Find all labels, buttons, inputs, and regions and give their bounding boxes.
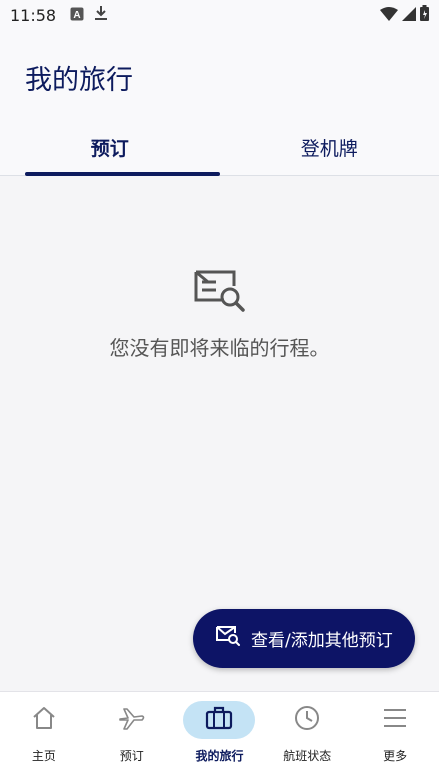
briefcase-icon: [205, 706, 233, 734]
tab-bar: 预订 登机牌: [0, 120, 439, 176]
page-title: 我的旅行: [25, 65, 133, 96]
nav-item-home[interactable]: 主页: [0, 692, 88, 780]
view-add-booking-button[interactable]: 查看/添加其他预订: [193, 609, 415, 668]
tab-bookings[interactable]: 预订: [0, 120, 220, 176]
status-left-icons: A: [70, 5, 108, 25]
a-badge-icon: A: [70, 6, 84, 25]
home-icon: [31, 706, 57, 734]
menu-icon: [383, 708, 407, 732]
battery-icon: [420, 5, 429, 25]
clock-icon: [294, 705, 320, 735]
status-right-icons: [380, 5, 429, 25]
empty-state: 您没有即将来临的行程。: [0, 270, 439, 361]
fab-label: 查看/添加其他预订: [251, 631, 393, 651]
nav-item-booking[interactable]: 预订: [88, 692, 176, 780]
status-time: 11:58: [10, 5, 57, 25]
tab-boarding-pass[interactable]: 登机牌: [220, 120, 439, 175]
nav-label-home: 主页: [31, 749, 56, 763]
status-bar: 11:58 A: [0, 0, 439, 30]
nav-label-more: 更多: [383, 749, 408, 763]
svg-text:A: A: [73, 10, 80, 21]
nav-label-my-trips: 我的旅行: [195, 749, 244, 763]
download-icon: [94, 5, 108, 25]
nav-item-my-trips[interactable]: 我的旅行: [176, 692, 264, 780]
wifi-icon: [380, 6, 398, 25]
envelope-search-icon: [215, 626, 241, 651]
plane-icon: [118, 705, 146, 735]
nav-item-more[interactable]: 更多: [351, 692, 439, 780]
envelope-search-icon: [192, 270, 248, 318]
nav-label-flight-status: 航班状态: [283, 749, 332, 763]
bottom-nav: 主页 预订 我的旅行 航班状态 更多: [0, 691, 439, 780]
cellular-icon: [402, 6, 416, 25]
header: 我的旅行 预订 登机牌: [0, 30, 439, 176]
empty-state-message: 您没有即将来临的行程。: [109, 336, 330, 360]
nav-item-flight-status[interactable]: 航班状态: [263, 692, 351, 780]
nav-label-booking: 预订: [119, 749, 144, 763]
